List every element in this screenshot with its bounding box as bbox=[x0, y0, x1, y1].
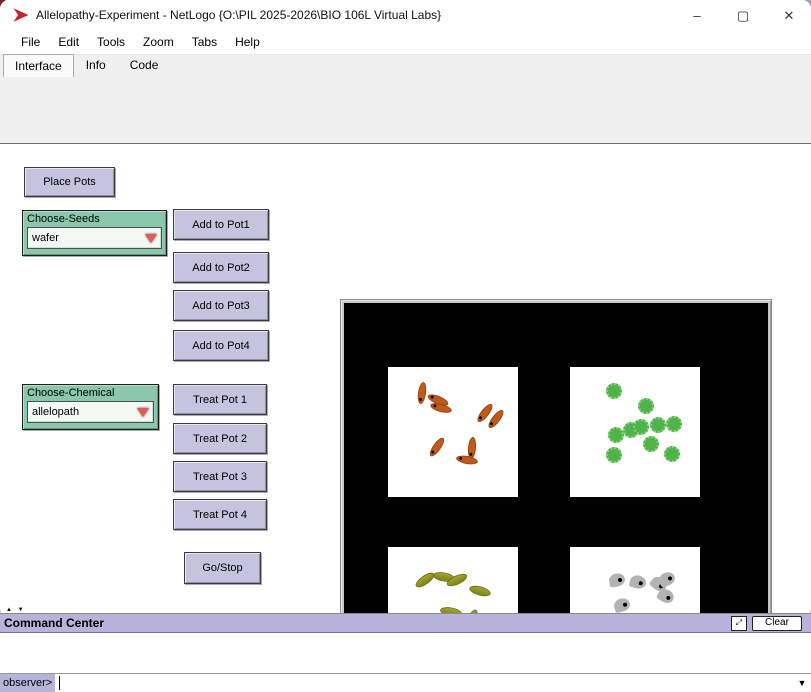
command-center: Command Center ⤢ Clear observer> ▼ bbox=[0, 613, 811, 692]
seed bbox=[417, 382, 428, 405]
command-center-title: Command Center bbox=[4, 616, 104, 630]
toolbar: Edit Delete + Add abc Button ▼ normal sp… bbox=[0, 77, 811, 144]
menu-file[interactable]: File bbox=[12, 32, 49, 52]
interface-panel: Place Pots Choose-Seeds wafer Add to Pot… bbox=[0, 144, 811, 610]
command-input[interactable] bbox=[55, 674, 793, 692]
go-stop-button[interactable]: Go/Stop bbox=[184, 552, 261, 584]
seed bbox=[608, 427, 624, 443]
seed bbox=[613, 597, 632, 614]
seed bbox=[429, 401, 452, 414]
chooser-label: Choose-Seeds bbox=[27, 213, 162, 225]
history-dropdown-arrow[interactable]: ▼ bbox=[793, 674, 811, 692]
window-title: Allelopathy-Experiment - NetLogo {O:\PIL… bbox=[36, 8, 441, 22]
tab-code[interactable]: Code bbox=[118, 53, 171, 77]
menu-tabs[interactable]: Tabs bbox=[183, 32, 226, 52]
pot-1 bbox=[388, 367, 518, 497]
treat-pot-4-button[interactable]: Treat Pot 4 bbox=[173, 499, 267, 530]
seed bbox=[468, 584, 492, 598]
command-center-header: Command Center ⤢ Clear bbox=[0, 614, 811, 633]
chooser-label: Choose-Chemical bbox=[27, 387, 154, 399]
choose-seeds-select[interactable]: wafer bbox=[27, 227, 162, 249]
netlogo-window: Allelopathy-Experiment - NetLogo {O:\PIL… bbox=[0, 0, 811, 692]
tab-bar: InterfaceInfoCode bbox=[0, 54, 811, 77]
menu-bar: FileEditToolsZoomTabsHelp bbox=[0, 30, 811, 54]
resize-icon[interactable]: ⤢ bbox=[731, 616, 747, 631]
pot-2 bbox=[570, 367, 700, 497]
netlogo-logo-icon bbox=[12, 7, 30, 23]
treat-pot-1-button[interactable]: Treat Pot 1 bbox=[173, 384, 267, 415]
place-pots-button[interactable]: Place Pots bbox=[24, 167, 115, 197]
seed bbox=[455, 454, 478, 466]
choose-chemical-chooser[interactable]: Choose-Chemical allelopath bbox=[22, 384, 159, 430]
screen: Allelopathy-Experiment - NetLogo {O:\PIL… bbox=[0, 0, 811, 692]
text-caret bbox=[59, 676, 60, 690]
chooser-arrow-icon bbox=[137, 408, 149, 417]
choose-seeds-chooser[interactable]: Choose-Seeds wafer bbox=[22, 210, 167, 256]
add-to-pot4-button[interactable]: Add to Pot4 bbox=[173, 330, 269, 361]
choose-seeds-value: wafer bbox=[32, 232, 59, 244]
seed bbox=[638, 398, 654, 414]
seed bbox=[666, 416, 682, 432]
seed bbox=[643, 436, 659, 452]
tab-info[interactable]: Info bbox=[74, 53, 118, 77]
chooser-arrow-icon bbox=[145, 234, 157, 243]
choose-chemical-value: allelopath bbox=[32, 406, 79, 418]
menu-zoom[interactable]: Zoom bbox=[134, 32, 183, 52]
command-center-output bbox=[0, 633, 811, 674]
add-to-pot2-button[interactable]: Add to Pot2 bbox=[173, 252, 269, 283]
tab-interface[interactable]: Interface bbox=[3, 54, 74, 77]
close-button[interactable]: ✕ bbox=[772, 4, 806, 28]
seed bbox=[606, 447, 622, 463]
treat-pot-3-button[interactable]: Treat Pot 3 bbox=[173, 461, 267, 492]
add-to-pot3-button[interactable]: Add to Pot3 bbox=[173, 290, 269, 321]
seed bbox=[629, 574, 648, 591]
seed bbox=[664, 446, 680, 462]
minimize-button[interactable]: – bbox=[680, 4, 714, 28]
title-bar: Allelopathy-Experiment - NetLogo {O:\PIL… bbox=[0, 0, 811, 30]
command-center-input-row: observer> ▼ bbox=[0, 674, 811, 692]
seed bbox=[608, 572, 626, 588]
treat-pot-2-button[interactable]: Treat Pot 2 bbox=[173, 423, 267, 454]
seed bbox=[606, 383, 622, 399]
seed bbox=[427, 436, 446, 459]
seed bbox=[633, 419, 649, 435]
seed bbox=[650, 417, 666, 433]
maximize-button[interactable]: ▢ bbox=[726, 4, 760, 28]
menu-help[interactable]: Help bbox=[226, 32, 269, 52]
seed bbox=[657, 570, 676, 588]
menu-edit[interactable]: Edit bbox=[49, 32, 88, 52]
choose-chemical-select[interactable]: allelopath bbox=[27, 401, 154, 423]
clear-button[interactable]: Clear bbox=[752, 616, 802, 631]
observer-prompt: observer> bbox=[0, 674, 55, 692]
add-to-pot1-button[interactable]: Add to Pot1 bbox=[173, 209, 269, 240]
menu-tools[interactable]: Tools bbox=[88, 32, 134, 52]
